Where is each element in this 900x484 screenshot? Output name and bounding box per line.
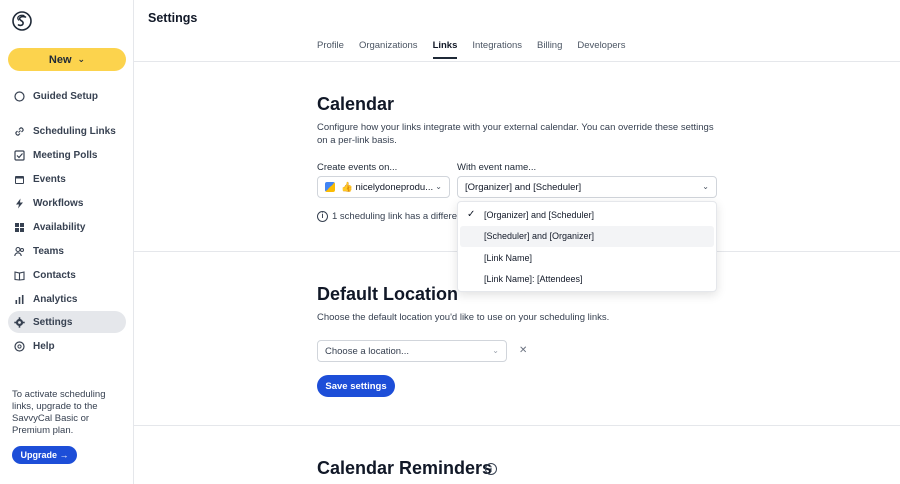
- override-info-text: 1 scheduling link has a different: [332, 211, 465, 222]
- chart-icon: [14, 294, 25, 305]
- sidebar-item-label: Analytics: [33, 293, 78, 305]
- calendar-section-title: Calendar: [317, 94, 395, 114]
- sidebar-item-guided-setup[interactable]: Guided Setup: [8, 85, 126, 107]
- new-button[interactable]: New ⌄: [8, 48, 126, 71]
- event-name-label: With event name...: [457, 162, 537, 173]
- sidebar: New ⌄ Guided Setup Scheduling Links Meet…: [0, 0, 134, 484]
- poll-icon: [14, 149, 25, 161]
- dropdown-option[interactable]: [Link Name]: [460, 247, 714, 269]
- location-select-placeholder: Choose a location...: [325, 345, 409, 357]
- override-info: i 1 scheduling link has a different: [317, 211, 465, 222]
- tab-organizations[interactable]: Organizations: [359, 40, 418, 59]
- tab-developers[interactable]: Developers: [577, 40, 625, 59]
- calendar-icon: [14, 174, 25, 185]
- circle-icon: [14, 90, 25, 102]
- book-icon: [14, 270, 25, 281]
- dropdown-option-label: [Organizer] and [Scheduler]: [484, 209, 595, 220]
- sidebar-item-help[interactable]: Help: [8, 335, 126, 357]
- reminders-section-title: Calendar Reminders: [317, 458, 493, 478]
- settings-tabs: Profile Organizations Links Integrations…: [317, 40, 640, 59]
- sidebar-item-label: Settings: [33, 316, 73, 328]
- calendar-section-description: Configure how your links integrate with …: [317, 122, 714, 146]
- sidebar-item-label: Availability: [33, 221, 86, 233]
- check-icon: ✓: [467, 209, 476, 221]
- sidebar-item-scheduling-links[interactable]: Scheduling Links: [8, 120, 126, 142]
- sidebar-item-label: Guided Setup: [33, 90, 98, 102]
- create-events-value: 👍 nicelydoneprodu...: [341, 181, 434, 193]
- gear-icon: [14, 316, 25, 328]
- dropdown-option[interactable]: ✓ [Organizer] and [Scheduler]: [460, 204, 714, 226]
- dropdown-option[interactable]: [Scheduler] and [Organizer]: [460, 225, 714, 247]
- sidebar-item-label: Teams: [33, 245, 64, 257]
- header-divider: [134, 61, 900, 62]
- google-calendar-icon: [325, 182, 335, 192]
- sidebar-item-label: Meeting Polls: [33, 149, 98, 161]
- sidebar-item-events[interactable]: Events: [8, 168, 126, 190]
- sidebar-item-label: Events: [33, 173, 66, 185]
- sidebar-item-workflows[interactable]: Workflows: [8, 192, 126, 214]
- tab-integrations[interactable]: Integrations: [472, 40, 522, 59]
- sidebar-item-availability[interactable]: Availability: [8, 216, 126, 238]
- sidebar-item-label: Contacts: [33, 269, 76, 281]
- sidebar-item-contacts[interactable]: Contacts: [8, 264, 126, 286]
- event-name-select[interactable]: [Organizer] and [Scheduler] ⌄: [457, 176, 717, 198]
- clear-location-icon[interactable]: ✕: [519, 345, 527, 356]
- chevron-down-icon: ⌄: [435, 182, 442, 191]
- sidebar-item-label: Workflows: [33, 197, 84, 209]
- save-settings-button[interactable]: Save settings: [317, 375, 395, 397]
- page-title: Settings: [148, 11, 198, 25]
- chevron-down-icon: ⌄: [492, 346, 499, 355]
- link-icon: [14, 126, 25, 137]
- section-divider: [134, 425, 900, 426]
- sidebar-item-label: Scheduling Links: [33, 125, 116, 137]
- chevron-down-icon: ⌄: [702, 182, 709, 191]
- sidebar-item-settings[interactable]: Settings: [8, 311, 126, 333]
- create-events-label: Create events on...: [317, 162, 398, 173]
- help-icon: [14, 340, 25, 352]
- bolt-icon: [14, 198, 25, 209]
- sidebar-item-label: Help: [33, 340, 55, 352]
- location-select[interactable]: Choose a location... ⌄: [317, 340, 507, 362]
- tab-profile[interactable]: Profile: [317, 40, 344, 59]
- chevron-down-icon: ⌄: [77, 54, 86, 64]
- event-name-dropdown: ✓ [Organizer] and [Scheduler] [Scheduler…: [457, 201, 717, 292]
- new-button-label: New: [48, 53, 72, 66]
- sidebar-item-analytics[interactable]: Analytics: [8, 288, 126, 310]
- grid-icon: [14, 222, 25, 233]
- sidebar-item-teams[interactable]: Teams: [8, 240, 126, 262]
- upgrade-button[interactable]: Upgrade →: [12, 446, 77, 464]
- info-icon[interactable]: i: [485, 463, 497, 475]
- location-section-description: Choose the default location you'd like t…: [317, 312, 610, 323]
- dropdown-option-label: [Link Name]: [484, 252, 533, 263]
- info-icon: i: [317, 211, 328, 222]
- dropdown-option-label: [Scheduler] and [Organizer]: [484, 231, 595, 242]
- event-name-value: [Organizer] and [Scheduler]: [465, 181, 582, 193]
- savvycal-logo-icon[interactable]: [12, 11, 32, 31]
- tab-billing[interactable]: Billing: [537, 40, 562, 59]
- users-icon: [14, 246, 25, 257]
- sidebar-item-meeting-polls[interactable]: Meeting Polls: [8, 144, 126, 166]
- upgrade-promo-text: To activate scheduling links, upgrade to…: [12, 389, 106, 436]
- tab-links[interactable]: Links: [432, 40, 458, 59]
- location-section-title: Default Location: [317, 284, 459, 304]
- create-events-select[interactable]: 👍 nicelydoneprodu... ⌄: [317, 176, 450, 198]
- dropdown-option[interactable]: [Link Name]: [Attendees]: [460, 269, 714, 291]
- dropdown-option-label: [Link Name]: [Attendees]: [484, 274, 583, 285]
